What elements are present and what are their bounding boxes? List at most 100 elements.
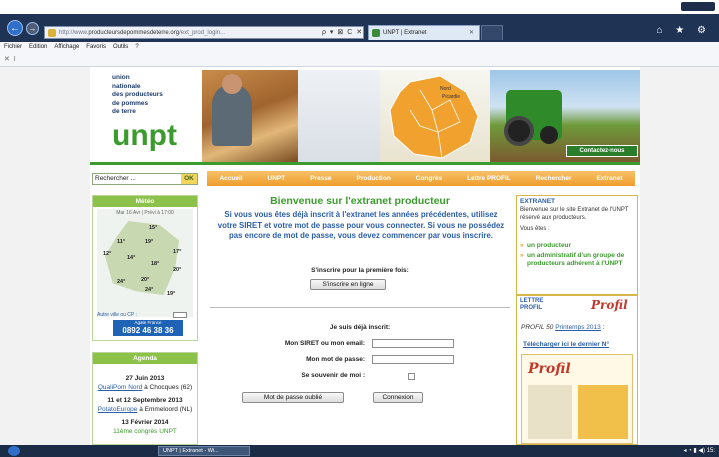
forgot-password-button[interactable]: Mot de passe oublié [242,392,344,403]
agenda-place: à Emmeloord (NL) [137,406,193,413]
temp-label: 20° [173,267,182,273]
register-heading: S'inscrire pour la première fois: [311,267,409,274]
agenda-link[interactable]: PotatoEurope [98,406,138,413]
edition-link[interactable]: Printemps 2013 [555,324,601,331]
extranet-info-box: EXTRANET Bienvenue sur le site Extranet … [516,195,638,295]
agenda-title: Agenda [93,353,197,364]
agenda-date: 13 Février 2014 [121,419,169,426]
logo-line: des producteurs [112,91,163,98]
nav-unpt[interactable]: UNPT [268,175,286,182]
header-divider [90,162,640,165]
nav-extranet[interactable]: Extranet [596,175,622,182]
nav-production[interactable]: Production [356,175,390,182]
extranet-option-producer[interactable]: un producteur [517,242,637,250]
extranet-box-title: EXTRANET [520,198,556,205]
favorites-bar[interactable]: ✕ 𝍷 [0,53,719,67]
newsletter-cover[interactable]: Profil [521,354,633,444]
nav-lettre-profil[interactable]: Lettre PROFIL [467,175,511,182]
browser-right-icons[interactable]: ⌂ ★ ⚙ [656,25,711,36]
search-input[interactable]: Rechercher ... [95,175,136,182]
agenda-date: 11 et 12 Septembre 2013 [107,397,183,404]
remember-label: Se souvenir de moi : [301,372,365,379]
cover-block [578,385,628,439]
menu-bar: Fichier Edition Affichage Favoris Outils… [0,42,719,53]
login-heading: Je suis déjà inscrit: [329,324,391,331]
site-favicon-icon [48,29,56,37]
page-viewport: union nationale des producteurs de pomme… [0,67,719,445]
address-prefix: http://www. [59,30,89,36]
register-button[interactable]: S'inscrire en ligne [310,279,386,290]
back-arrow-icon[interactable]: ← [7,20,23,36]
nav-presse[interactable]: Presse [310,175,331,182]
agenda-list: 27 Juin 2013 QualiPom Nord à Chocques (6… [93,364,197,436]
unpt-logo: unpt [112,119,177,152]
temp-label: 14° [127,255,136,261]
lettre-box-title: LETTRE PROFIL [520,298,544,311]
remember-checkbox[interactable] [408,373,415,380]
cover-photo [528,385,572,439]
contact-button[interactable]: Contactez-nous [566,145,638,157]
download-link[interactable]: Télécharger ici le dernier N° [523,341,609,348]
login-button[interactable]: Connexion [373,392,423,403]
extranet-box-text: Bienvenue sur le site Extranet de l'UNPT… [520,207,629,221]
meteo-widget: Météo Mar 16 Avr | Prévi à 17:00 15° 11°… [92,195,198,341]
temp-label: 20° [141,277,150,283]
weather-map[interactable]: Mar 16 Avr | Prévi à 17:00 15° 11° 19° 1… [97,209,193,317]
agenda-date: 27 Juin 2013 [125,375,165,382]
farmer-head [222,74,242,94]
menu-edition[interactable]: Edition [29,42,47,53]
banner-photo-farmer [202,70,298,162]
new-tab-button[interactable] [481,25,503,40]
edition-suffix: : [600,324,605,331]
nav-congres[interactable]: Congrès [416,175,442,182]
tab-close-icon[interactable]: ✕ [469,26,474,40]
address-bar[interactable]: http://www.producteursdepommesdeterre.or… [44,26,364,39]
menu-affichage[interactable]: Affichage [54,42,79,53]
meteo-title: Météo [93,196,197,207]
france-map-icon: Nord Picardie [389,75,479,159]
search-box[interactable]: Rechercher ... OK [92,173,198,185]
agenda-item: 27 Juin 2013 QualiPom Nord à Chocques (6… [93,374,197,392]
france-shape [105,221,180,296]
menu-fichier[interactable]: Fichier [4,42,22,53]
taskbar-window-item[interactable]: UNPT | Extranet - Wi... [158,446,250,456]
map-label-nord: Nord [440,86,451,92]
address-controls[interactable]: ρ ▾ ⊠ C ✕ [322,28,363,36]
weather-phone-banner[interactable]: Agate France 0892 46 38 36 [113,320,183,336]
address-suffix: /ext_prod_login... [179,30,226,36]
window-controls[interactable] [681,2,715,11]
menu-outils[interactable]: Outils [113,42,128,53]
forward-arrow-icon[interactable]: → [26,22,39,35]
tractor-icon [504,90,562,146]
temp-label: 18° [151,261,160,267]
nav-accueil[interactable]: Accueil [219,175,242,182]
system-tray[interactable]: ◂ ◔ ▮ ◀) 15: [683,446,715,456]
menu-favoris[interactable]: Favoris [86,42,106,53]
nav-rechercher[interactable]: Rechercher [536,175,572,182]
extranet-option-admin[interactable]: un administratif d'un groupe de producte… [517,252,637,268]
tractor-wheel [504,116,534,146]
tab-title: UNPT | Extranet [383,30,427,36]
temp-label: 15° [149,225,158,231]
temp-label: 12° [103,251,112,257]
city-input[interactable] [173,312,187,318]
banner-france-map: Nord Picardie [380,70,490,162]
agenda-link[interactable]: QualiPom Nord [98,384,142,391]
temp-label: 24° [117,279,126,285]
agenda-link[interactable]: 11ème congrès UNPT [113,428,177,435]
agenda-widget: Agenda 27 Juin 2013 QualiPom Nord à Choc… [92,352,198,445]
agenda-event: QualiPom Nord à Chocques (62) [93,383,197,392]
profil-logo: Profil [591,298,628,312]
tab-unpt-extranet[interactable]: UNPT | Extranet ✕ [368,25,480,40]
lettre-profil-box: LETTRE PROFIL Profil PROFIL 50 Printemps… [516,295,638,445]
logo-area[interactable]: union nationale des producteurs de pomme… [90,67,202,162]
edition-prefix: PROFIL 50 [521,324,556,331]
menu-help[interactable]: ? [135,42,138,53]
password-label: Mon mot de passe: [306,356,365,363]
search-ok-button[interactable]: OK [181,174,197,184]
siret-input[interactable] [372,339,454,348]
agenda-item: 11 et 12 Septembre 2013 PotatoEurope à E… [93,396,197,414]
password-input[interactable] [372,355,454,364]
extranet-box-you-are: Vous êtes : [520,226,550,232]
start-button-icon[interactable] [8,446,20,456]
